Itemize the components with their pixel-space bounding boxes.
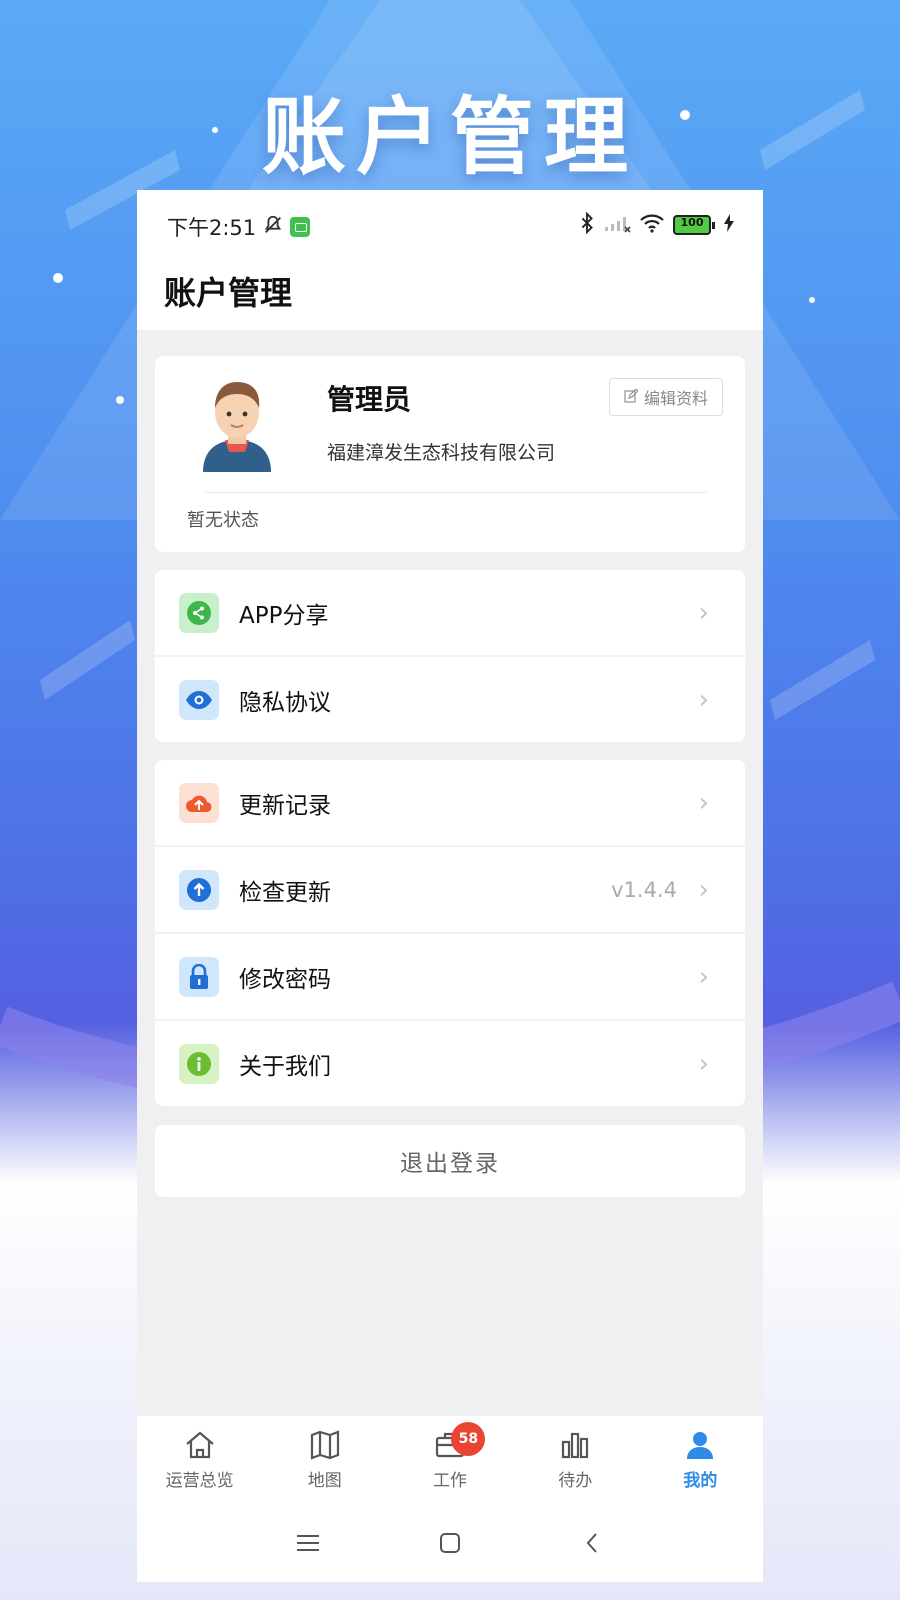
user-name: 管理员 — [327, 383, 412, 416]
tab-work[interactable]: 58 工作 — [387, 1416, 512, 1504]
tab-label: 工作 — [433, 1471, 467, 1491]
menu-item-label: 关于我们 — [239, 1053, 331, 1080]
tab-label: 我的 — [683, 1471, 718, 1491]
chevron-right-icon: › — [698, 1048, 709, 1079]
menu-group-1: APP分享 › 隐私协议 › — [155, 570, 745, 742]
signal-icon — [603, 213, 631, 237]
chevron-right-icon: › — [698, 597, 709, 628]
version-value: v1.4.4 — [611, 877, 677, 902]
arrow-up-icon — [179, 869, 219, 910]
bluetooth-icon — [579, 211, 595, 238]
chevron-right-icon: › — [698, 684, 709, 715]
menu-item-change-password[interactable]: 修改密码 › — [155, 934, 745, 1021]
menu-item-check-update[interactable]: 检查更新 v1.4.4 › — [155, 847, 745, 934]
chevron-right-icon: › — [698, 961, 709, 992]
status-bar: 下午2:51 100 — [137, 190, 763, 260]
edit-profile-button[interactable]: 编辑资料 — [609, 378, 723, 416]
battery-icon: 100 — [673, 215, 715, 235]
menu-item-update-log[interactable]: 更新记录 › — [155, 760, 745, 847]
tab-overview[interactable]: 运营总览 — [137, 1416, 262, 1504]
user-status: 暂无状态 — [187, 510, 259, 531]
back-icon[interactable] — [572, 1523, 612, 1563]
share-icon — [179, 592, 219, 633]
info-icon — [179, 1043, 219, 1084]
promo-title: 账户管理 — [261, 88, 638, 186]
logout-button[interactable]: 退出登录 — [155, 1125, 745, 1197]
menu-item-about[interactable]: 关于我们 › — [155, 1021, 745, 1106]
eye-icon — [179, 679, 219, 720]
bell-off-icon — [262, 214, 284, 240]
map-icon — [309, 1430, 341, 1464]
system-nav-bar — [137, 1504, 763, 1582]
avatar[interactable] — [197, 380, 277, 472]
menu-item-label: 隐私协议 — [239, 689, 331, 716]
tab-label: 地图 — [307, 1471, 342, 1491]
cloud-upload-icon — [179, 782, 219, 823]
bar-chart-icon — [559, 1430, 591, 1464]
company-name: 福建漳发生态科技有限公司 — [327, 442, 556, 464]
person-icon — [684, 1430, 716, 1464]
lock-icon — [179, 956, 219, 997]
status-time: 下午2:51 — [167, 216, 257, 240]
page-title: 账户管理 — [164, 274, 293, 312]
tab-todo[interactable]: 待办 — [513, 1416, 638, 1504]
chevron-right-icon: › — [698, 874, 709, 905]
menu-item-label: 更新记录 — [239, 792, 331, 819]
edit-profile-label: 编辑资料 — [643, 389, 708, 408]
tab-label: 待办 — [558, 1471, 593, 1491]
menu-item-label: 修改密码 — [239, 966, 331, 993]
bottom-tab-bar: 运营总览 地图 58 工作 待办 我的 — [137, 1416, 763, 1505]
charging-icon — [723, 214, 735, 236]
menu-item-app-share[interactable]: APP分享 › — [155, 570, 745, 657]
app-header: 账户管理 — [137, 260, 763, 330]
battery-level: 100 — [680, 216, 704, 229]
chevron-right-icon: › — [698, 787, 709, 818]
tab-map[interactable]: 地图 — [262, 1416, 387, 1504]
divider — [205, 492, 707, 493]
menu-item-label: APP分享 — [239, 602, 329, 629]
home-icon — [184, 1430, 216, 1464]
menu-item-privacy[interactable]: 隐私协议 › — [155, 657, 745, 742]
tab-mine[interactable]: 我的 — [638, 1416, 763, 1504]
menu-icon[interactable] — [288, 1523, 328, 1563]
app-notification-icon — [290, 217, 311, 237]
work-badge: 58 — [451, 1422, 486, 1456]
menu-group-2: 更新记录 › 检查更新 v1.4.4 › 修改密码 › 关于我们 › — [155, 760, 745, 1106]
menu-item-label: 检查更新 — [239, 879, 331, 906]
home-button-icon[interactable] — [430, 1523, 470, 1563]
phone-screen: 下午2:51 100 账户管理 管理员 福建漳发生态科技有限公司 编辑资料 暂无… — [137, 190, 763, 1582]
edit-icon — [624, 387, 639, 407]
tab-label: 运营总览 — [165, 1471, 234, 1491]
wifi-icon — [639, 213, 665, 237]
profile-card: 管理员 福建漳发生态科技有限公司 编辑资料 暂无状态 — [155, 356, 745, 552]
